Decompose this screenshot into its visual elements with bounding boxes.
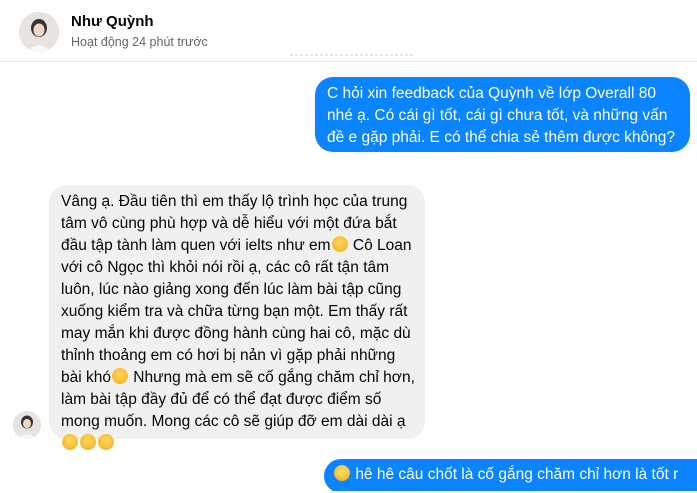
message-text: đầu tập tành làm quen với ielts như em bbox=[61, 237, 331, 254]
message-line: Vâng ạ. Đầu tiên thì em thấy lộ trình họ… bbox=[61, 193, 408, 210]
message-line: tâm vô cùng phù hợp và dễ hiểu với một đ… bbox=[61, 215, 397, 232]
message-line: xuống kiểm tra và chữa từng bạn một. Em … bbox=[61, 303, 408, 320]
faint-divider bbox=[290, 54, 415, 56]
message-line: bài khó Nhưng mà em sẽ cố gắng chăm chỉ … bbox=[61, 367, 415, 389]
message-line: làm bài tập đầy đủ để có thể đạt được đi… bbox=[61, 391, 382, 408]
emoji-line bbox=[61, 433, 415, 455]
message-text: hê hê câu chốt là cố gắng chăm chỉ hơn l… bbox=[355, 466, 679, 483]
crying-face-icon bbox=[98, 434, 114, 450]
incoming-message[interactable]: Vâng ạ. Đầu tiên thì em thấy lộ trình họ… bbox=[49, 185, 425, 450]
message-line: C hỏi xin feedback của Quỳnh về lớp Over… bbox=[327, 85, 656, 102]
conversation-header: Như Quỳnh Hoạt động 24 phút trước bbox=[0, 0, 697, 62]
message-text: Nhưng mà em sẽ cố gắng chăm chỉ hơn, bbox=[133, 369, 415, 386]
message-line: hê hê câu chốt là cố gắng chăm chỉ hơn l… bbox=[333, 464, 687, 486]
message-line: may mắn khi được đồng hành cùng hai cô, … bbox=[61, 325, 411, 342]
message-line: đề e gặp phải. E có thể chia sẻ thêm đượ… bbox=[327, 129, 675, 146]
crying-face-icon bbox=[62, 434, 78, 450]
message-text: bài khó bbox=[61, 369, 111, 386]
message-line: đầu tập tành làm quen với ielts như em C… bbox=[61, 235, 415, 257]
crying-face-icon bbox=[331, 236, 348, 252]
message-line: mong muốn. Mong các cô sẽ giúp đỡ em dài… bbox=[61, 413, 406, 430]
smiling-face-icon bbox=[334, 465, 350, 481]
outgoing-message[interactable]: hê hê câu chốt là cố gắng chăm chỉ hơn l… bbox=[324, 459, 697, 493]
contact-avatar[interactable] bbox=[19, 12, 59, 52]
message-line: nhé ạ. Có cái gì tốt, cái gì chưa tốt, v… bbox=[327, 107, 668, 124]
crying-face-icon bbox=[80, 434, 96, 450]
outgoing-message[interactable]: C hỏi xin feedback của Quỳnh về lớp Over… bbox=[315, 77, 690, 152]
message-line: với cô Ngọc thì khỏi nói rồi ạ, các cô r… bbox=[61, 259, 390, 276]
message-line: thỉnh thoảng em có hơi bị nản vì gặp phả… bbox=[61, 347, 396, 364]
contact-status: Hoạt động 24 phút trước bbox=[71, 35, 208, 49]
sender-avatar[interactable] bbox=[13, 411, 41, 439]
contact-name[interactable]: Như Quỳnh bbox=[71, 13, 154, 30]
message-text: Cô Loan bbox=[352, 237, 412, 254]
message-line: luôn, lúc nào giảng xong đến lúc làm bài… bbox=[61, 281, 402, 298]
crying-face-icon bbox=[111, 368, 128, 384]
